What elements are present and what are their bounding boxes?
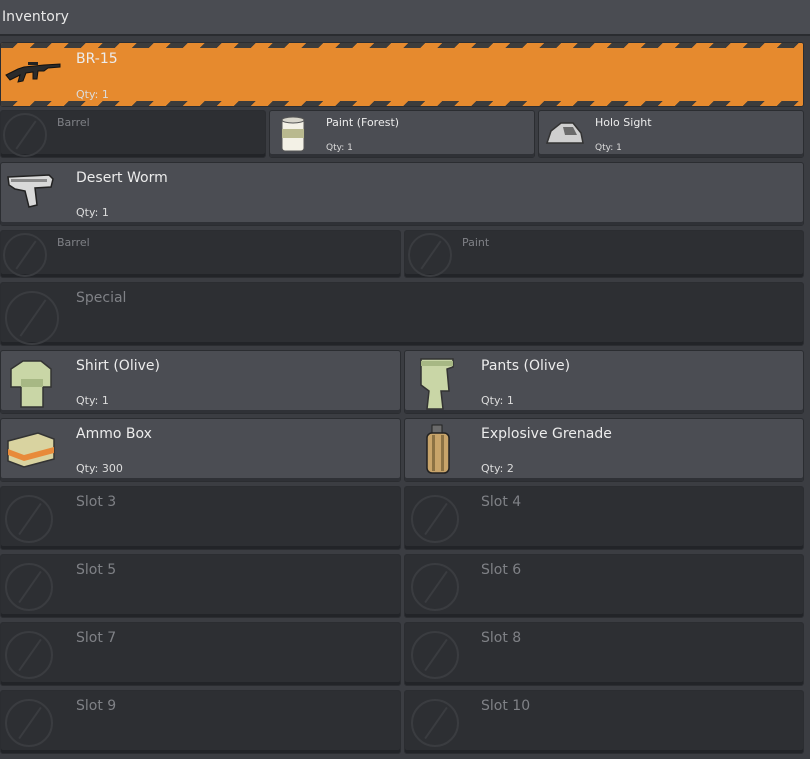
grenade-empty-icon bbox=[5, 699, 53, 747]
weapon-slot-br15[interactable]: BR-15 Qty: 1 bbox=[0, 42, 804, 107]
holo-sight-icon bbox=[545, 122, 584, 144]
weapon-name: Desert Worm bbox=[76, 170, 168, 186]
attachment-qty: Qty: 1 bbox=[326, 143, 353, 153]
barrel-empty-icon bbox=[3, 113, 47, 157]
attachment-slot-barrel[interactable]: Barrel bbox=[0, 230, 401, 278]
slot-label: Slot 9 bbox=[76, 698, 117, 714]
grenade-empty-icon bbox=[411, 495, 459, 543]
attachment-name: Barrel bbox=[57, 116, 90, 129]
pants-icon bbox=[420, 358, 454, 410]
attachment-name: Paint bbox=[462, 236, 490, 249]
attachment-slot-paint[interactable]: Paint bbox=[404, 230, 804, 278]
inventory-slot-6[interactable]: Slot 6 bbox=[404, 554, 804, 618]
gear-name: Explosive Grenade bbox=[481, 426, 612, 442]
attachment-slot-paint[interactable]: Paint (Forest) Qty: 1 bbox=[269, 110, 535, 158]
grenade-empty-icon bbox=[411, 699, 459, 747]
barrel-empty-icon bbox=[3, 233, 47, 277]
inventory-slot-8[interactable]: Slot 8 bbox=[404, 622, 804, 686]
inventory-slot-4[interactable]: Slot 4 bbox=[404, 486, 804, 550]
gear-qty: Qty: 2 bbox=[481, 462, 514, 475]
shirt-icon bbox=[10, 360, 52, 408]
attachment-slot-barrel[interactable]: Barrel bbox=[0, 110, 266, 158]
slot-label: Slot 6 bbox=[481, 562, 522, 578]
pistol-icon bbox=[7, 174, 54, 208]
gear-slot-pants[interactable]: Pants (Olive) Qty: 1 bbox=[404, 350, 804, 414]
inventory-title: Inventory bbox=[2, 9, 69, 25]
gear-slot-grenade[interactable]: Explosive Grenade Qty: 2 bbox=[404, 418, 804, 482]
attachment-qty: Qty: 1 bbox=[595, 143, 622, 153]
inventory-header: Inventory bbox=[0, 0, 810, 36]
special-empty-icon bbox=[5, 291, 59, 345]
slot-label: Slot 8 bbox=[481, 630, 522, 646]
slot-label: Slot 3 bbox=[76, 494, 117, 510]
attachment-name: Paint (Forest) bbox=[326, 116, 400, 129]
inventory-slot-7[interactable]: Slot 7 bbox=[0, 622, 401, 686]
special-name: Special bbox=[76, 290, 127, 306]
grenade-empty-icon bbox=[5, 495, 53, 543]
paint-can-icon bbox=[281, 116, 305, 152]
weapon-qty: Qty: 1 bbox=[76, 206, 109, 219]
weapon-slot-desert-worm[interactable]: Desert Worm Qty: 1 bbox=[0, 162, 804, 226]
gear-slot-shirt[interactable]: Shirt (Olive) Qty: 1 bbox=[0, 350, 401, 414]
selection-stripes-top bbox=[1, 43, 803, 48]
selection-stripes-bottom bbox=[1, 101, 803, 106]
inventory-slot-9[interactable]: Slot 9 bbox=[0, 690, 401, 754]
grenade-empty-icon bbox=[5, 631, 53, 679]
special-slot[interactable]: Special bbox=[0, 282, 804, 346]
gear-qty: Qty: 1 bbox=[481, 394, 514, 407]
grenade-empty-icon bbox=[5, 563, 53, 611]
weapon-name: BR-15 bbox=[76, 51, 118, 67]
grenade-empty-icon bbox=[411, 563, 459, 611]
grenade-icon bbox=[426, 424, 450, 474]
weapon-qty: Qty: 1 bbox=[76, 88, 109, 101]
attachment-slot-holo-sight[interactable]: Holo Sight Qty: 1 bbox=[538, 110, 804, 158]
gear-name: Shirt (Olive) bbox=[76, 358, 160, 374]
inventory-slot-5[interactable]: Slot 5 bbox=[0, 554, 401, 618]
slot-label: Slot 4 bbox=[481, 494, 522, 510]
inventory-slot-10[interactable]: Slot 10 bbox=[404, 690, 804, 754]
attachment-name: Barrel bbox=[57, 236, 90, 249]
gear-qty: Qty: 300 bbox=[76, 462, 123, 475]
ammo-box-icon bbox=[7, 432, 55, 468]
slot-label: Slot 5 bbox=[76, 562, 117, 578]
attachment-name: Holo Sight bbox=[595, 116, 652, 129]
gear-qty: Qty: 1 bbox=[76, 394, 109, 407]
slot-label: Slot 7 bbox=[76, 630, 117, 646]
gear-slot-ammo-box[interactable]: Ammo Box Qty: 300 bbox=[0, 418, 401, 482]
gear-name: Pants (Olive) bbox=[481, 358, 571, 374]
rifle-icon bbox=[5, 62, 61, 83]
grenade-empty-icon bbox=[411, 631, 459, 679]
slot-label: Slot 10 bbox=[481, 698, 531, 714]
paint-empty-icon bbox=[408, 233, 452, 277]
inventory-slot-3[interactable]: Slot 3 bbox=[0, 486, 401, 550]
gear-name: Ammo Box bbox=[76, 426, 152, 442]
